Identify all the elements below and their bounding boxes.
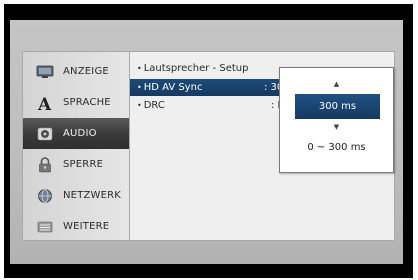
submenu-item-hd-av-sync[interactable]: • HD AV Sync : 300 r [130,79,297,96]
menu-item-anzeige[interactable]: ANZEIGE [23,56,129,87]
value-selector-popup: ▲ 300 ms ▼ 0 ~ 300 ms [279,67,394,173]
submenu-item-label: HD AV Sync [143,82,203,93]
menu-item-sperre[interactable]: SPERRE [23,149,129,180]
menu-item-sprache[interactable]: A SPRACHE [23,87,129,118]
value-range: 0 ~ 300 ms [307,142,366,153]
menu-item-audio[interactable]: AUDIO [23,118,129,149]
menu-label: ANZEIGE [63,66,109,77]
submenu-item-label: DRC [143,100,165,111]
increase-arrow-icon[interactable]: ▲ [280,80,393,88]
menu-label: WEITERE [63,221,110,232]
menu-label: AUDIO [63,128,97,139]
menu-label: SPERRE [63,159,104,170]
language-letter-icon: A [36,95,54,111]
menu-item-weitere[interactable]: WEITERE [23,211,129,242]
menu-item-netzwerk[interactable]: NETZWERK [23,180,129,211]
menu-label: SPRACHE [63,97,111,108]
submenu-item-label: Lautsprecher - Setup [143,63,249,74]
tv-frame: ANZEIGE A SPRACHE AUDIO SPERRE NETZWERK … [4,4,413,278]
selected-value[interactable]: 300 ms [295,94,380,119]
svg-text:A: A [37,95,52,111]
lock-icon [36,156,54,173]
settings-menu: ANZEIGE A SPRACHE AUDIO SPERRE NETZWERK … [23,52,130,240]
display-icon [36,64,54,80]
menu-label: NETZWERK [63,190,122,201]
tv-screen: ANZEIGE A SPRACHE AUDIO SPERRE NETZWERK … [10,20,403,264]
network-globe-icon [36,188,54,204]
other-settings-icon [36,219,54,235]
audio-disc-icon [36,126,54,142]
decrease-arrow-icon[interactable]: ▼ [280,123,393,131]
